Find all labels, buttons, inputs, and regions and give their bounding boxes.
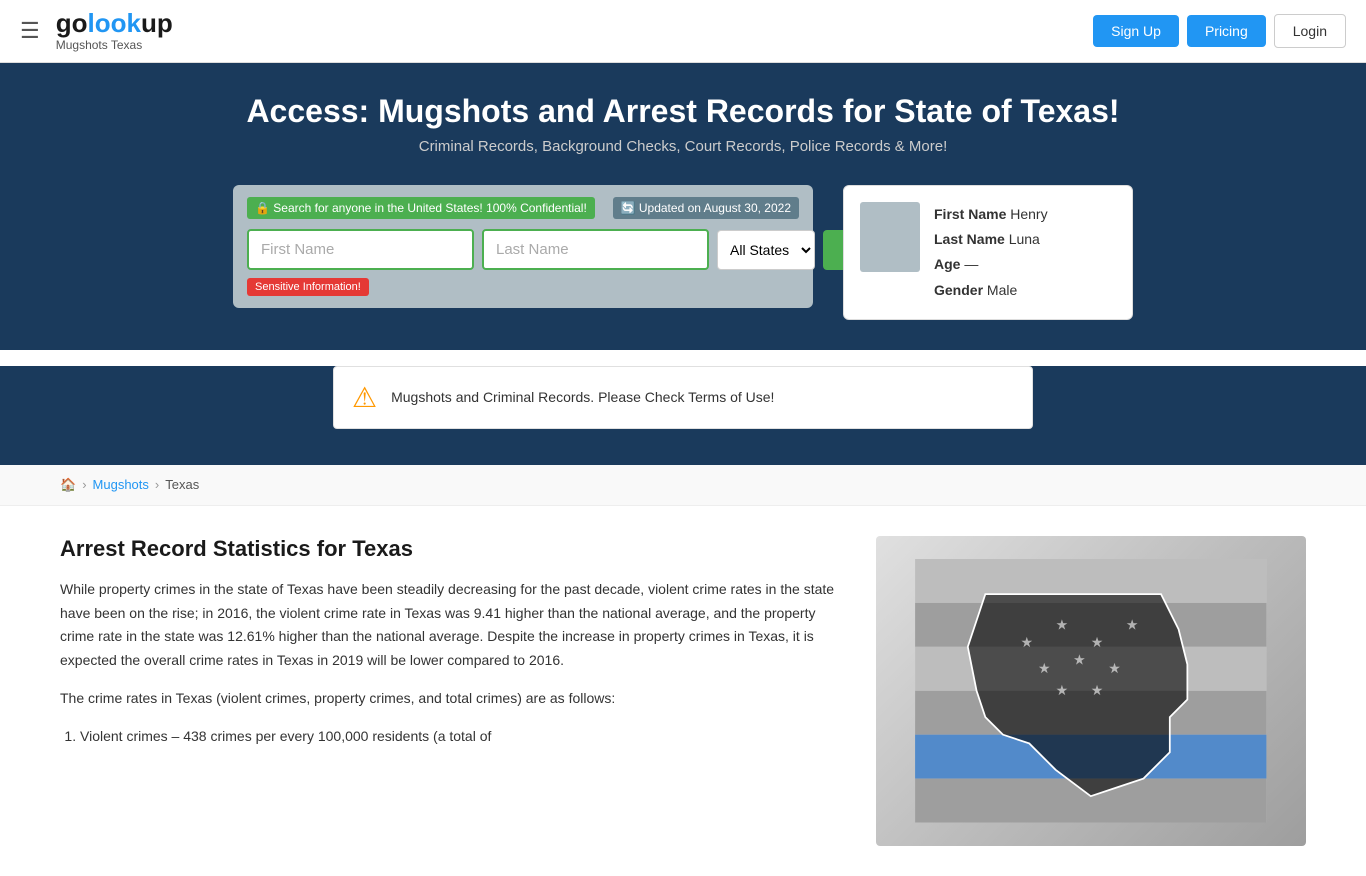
search-inputs: All States Texas California Florida New … [247,229,799,270]
search-top-bar: 🔒 Search for anyone in the United States… [247,197,799,219]
result-firstname: First Name Henry [934,202,1048,227]
last-name-input[interactable] [482,229,709,270]
svg-text:★: ★ [1038,660,1051,676]
avatar [860,202,920,272]
svg-text:★: ★ [1091,682,1104,698]
paragraph1: While property crimes in the state of Te… [60,578,836,673]
result-info: First Name Henry Last Name Luna Age — Ge… [934,202,1048,303]
breadcrumb-home[interactable]: 🏠 [60,477,76,493]
pricing-button[interactable]: Pricing [1187,15,1266,47]
breadcrumb-state: Texas [165,477,199,492]
signup-button[interactable]: Sign Up [1093,15,1179,47]
header: ☰ golookup Mugshots Texas Sign Up Pricin… [0,0,1366,63]
texas-image: ★ ★ ★ ★ ★ ★ ★ ★ ★ [876,536,1306,846]
content-right: ★ ★ ★ ★ ★ ★ ★ ★ ★ [876,536,1306,846]
warning-bar: ⚠ Mugshots and Criminal Records. Please … [333,366,1033,429]
svg-text:★: ★ [1126,616,1139,632]
article-title: Arrest Record Statistics for Texas [60,536,836,562]
hamburger-icon[interactable]: ☰ [20,18,40,44]
crime-list: Violent crimes – 438 crimes per every 10… [80,725,836,749]
updated-badge: 🔄 Updated on August 30, 2022 [613,197,799,219]
texas-svg: ★ ★ ★ ★ ★ ★ ★ ★ ★ [908,559,1274,823]
result-lastname: Last Name Luna [934,227,1048,252]
content-left: Arrest Record Statistics for Texas While… [60,536,836,846]
svg-text:★: ★ [1073,651,1086,667]
result-age: Age — [934,252,1048,277]
breadcrumb: 🏠 › Mugshots › Texas [60,477,1306,493]
logo-go: go [56,8,88,38]
breadcrumb-section: 🏠 › Mugshots › Texas [0,465,1366,506]
warning-icon: ⚠ [352,381,377,414]
logo-look: look [88,8,141,38]
header-nav: Sign Up Pricing Login [1093,14,1346,48]
breadcrumb-sep2: › [155,477,159,492]
result-gender: Gender Male [934,278,1048,303]
svg-text:★: ★ [1091,634,1104,650]
hero-title: Access: Mugshots and Arrest Records for … [20,93,1346,130]
paragraph2: The crime rates in Texas (violent crimes… [60,687,836,711]
logo-text: golookup [56,10,173,36]
first-name-input[interactable] [247,229,474,270]
svg-text:★: ★ [1056,682,1069,698]
logo-subtitle: Mugshots Texas [56,38,143,52]
logo-up: up [141,8,173,38]
logo: golookup Mugshots Texas [56,10,173,52]
search-box: 🔒 Search for anyone in the United States… [233,185,813,308]
sensitive-badge: Sensitive Information! [247,278,369,296]
hero-section: Access: Mugshots and Arrest Records for … [0,63,1366,175]
breadcrumb-mugshots[interactable]: Mugshots [93,477,149,492]
login-button[interactable]: Login [1274,14,1346,48]
hero-subtitle: Criminal Records, Background Checks, Cou… [20,138,1346,155]
result-card: First Name Henry Last Name Luna Age — Ge… [843,185,1133,320]
warning-text: Mugshots and Criminal Records. Please Ch… [391,389,774,405]
state-select[interactable]: All States Texas California Florida New … [717,230,815,270]
breadcrumb-sep1: › [82,477,86,492]
search-section: 🔒 Search for anyone in the United States… [0,175,1366,350]
confidential-badge: 🔒 Search for anyone in the United States… [247,197,595,219]
svg-text:★: ★ [1109,660,1122,676]
main-content: Arrest Record Statistics for Texas While… [0,506,1366,876]
svg-text:★: ★ [1056,616,1069,632]
list-item-1: Violent crimes – 438 crimes per every 10… [80,725,836,749]
svg-text:★: ★ [1021,634,1034,650]
